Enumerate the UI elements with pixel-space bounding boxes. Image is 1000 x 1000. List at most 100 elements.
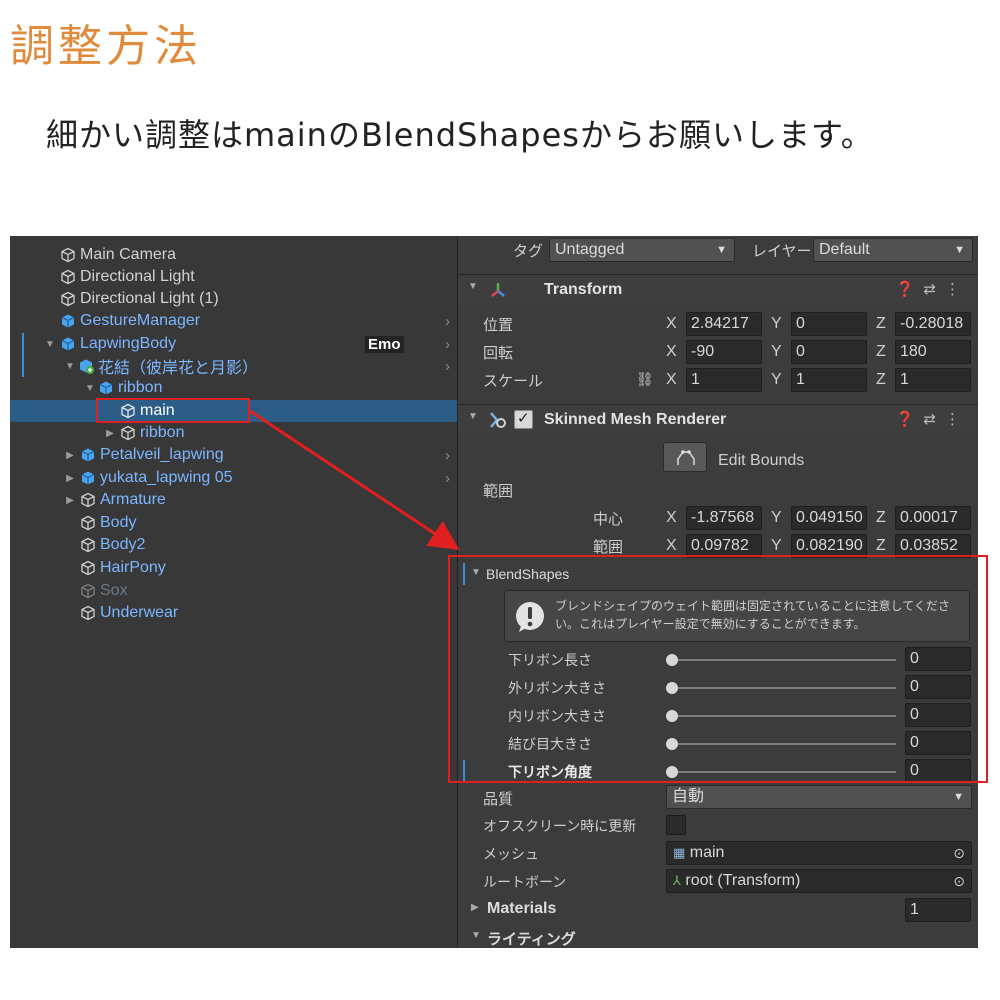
chevron-right-icon[interactable]: ›	[445, 358, 457, 375]
tag-dropdown[interactable]: Untagged ▼	[549, 238, 735, 262]
extent-label: 範囲	[593, 539, 624, 556]
position-z-field[interactable]: -0.28018	[895, 312, 971, 336]
transform-header[interactable]: ▼ Transform ❓⇄⋮	[458, 274, 978, 304]
lighting-label[interactable]: ライティング	[487, 928, 576, 948]
hierarchy-item[interactable]: Sox	[10, 580, 457, 602]
hierarchy-item[interactable]: Directional Light (1)	[10, 288, 457, 310]
prefab-icon	[81, 448, 95, 462]
foldout-arrow-icon[interactable]: ▶	[471, 902, 479, 913]
position-y-field[interactable]: 0	[791, 312, 867, 336]
position-x-field[interactable]: 2.84217	[686, 312, 762, 336]
rotation-z-field[interactable]: 180	[895, 340, 971, 364]
materials-label[interactable]: Materials	[487, 900, 556, 918]
hierarchy-item-label: LapwingBody	[80, 335, 177, 352]
materials-count-field[interactable]: 1	[905, 898, 971, 922]
expand-arrow-icon[interactable]: ▶	[64, 473, 76, 484]
hierarchy-item[interactable]: GestureManager ›	[10, 310, 457, 332]
layer-dropdown[interactable]: Default ▼	[813, 238, 973, 262]
hierarchy-item[interactable]: Directional Light	[10, 266, 457, 288]
page-subtitle: 細かい調整はmainのBlendShapesからお願いします。	[46, 116, 874, 154]
transform-icon	[491, 283, 505, 297]
chevron-right-icon[interactable]: ›	[445, 470, 457, 487]
mesh-value: main	[689, 844, 725, 861]
rotation-y-field[interactable]: 0	[791, 340, 867, 364]
skinned-mesh-renderer-header[interactable]: ▼ ✓ Skinned Mesh Renderer ❓⇄⋮	[458, 404, 978, 434]
hierarchy-panel: Main Camera Directional Light Directiona…	[10, 236, 457, 948]
axis-x-label: X	[666, 343, 677, 360]
emo-tag: Emo	[365, 335, 404, 353]
hierarchy-item-label: Directional Light (1)	[80, 290, 219, 307]
gameobject-icon	[61, 247, 75, 263]
scale-z-field[interactable]: 1	[895, 368, 971, 392]
root-bone-label: ルートボーン	[483, 874, 567, 890]
axis-x-label: X	[666, 315, 677, 332]
expand-arrow-icon[interactable]: ▼	[64, 361, 76, 372]
rotation-x-field[interactable]: -90	[686, 340, 762, 364]
component-header-icons[interactable]: ❓⇄⋮	[896, 280, 969, 298]
scale-x-field[interactable]: 1	[686, 368, 762, 392]
prefab-icon	[99, 381, 113, 395]
foldout-arrow-icon[interactable]: ▼	[471, 930, 481, 941]
tag-value: Untagged	[555, 241, 625, 258]
object-picker-icon[interactable]: ⊙	[953, 870, 965, 892]
chevron-down-icon: ▼	[953, 791, 964, 803]
position-label: 位置	[483, 317, 514, 334]
center-y-field[interactable]: 0.049150	[791, 506, 867, 530]
highlight-box	[96, 398, 250, 423]
transform-icon: ⅄	[673, 873, 681, 888]
hierarchy-item[interactable]: Body	[10, 512, 457, 534]
edit-bounds-button[interactable]	[663, 442, 707, 472]
mesh-icon: ▦	[673, 845, 686, 860]
offscreen-label: オフスクリーン時に更新	[483, 818, 637, 834]
hierarchy-item[interactable]: ▶ ribbon	[10, 422, 457, 444]
hierarchy-item[interactable]: ▶ yukata_lapwing 05 ›	[10, 467, 457, 489]
mesh-field[interactable]: ▦ main ⊙	[666, 841, 972, 865]
expand-arrow-icon[interactable]: ▼	[84, 383, 96, 394]
axis-z-label: Z	[876, 509, 886, 526]
chevron-right-icon[interactable]: ›	[445, 447, 457, 464]
hierarchy-item[interactable]: Underwear	[10, 602, 457, 624]
update-offscreen-checkbox[interactable]	[666, 815, 686, 835]
axis-x-label: X	[666, 371, 677, 388]
axis-y-label: Y	[771, 509, 782, 526]
hierarchy-item-label: Main Camera	[80, 246, 177, 263]
hierarchy-item-label: 花結（彼岸花と月影）	[98, 360, 259, 377]
chevron-right-icon[interactable]: ›	[445, 313, 457, 330]
link-scale-icon[interactable]: ⛓	[636, 371, 654, 388]
hierarchy-item[interactable]: ▼ ribbon	[10, 377, 457, 399]
axis-y-label: Y	[771, 371, 782, 388]
foldout-arrow-icon[interactable]: ▼	[468, 411, 478, 422]
gameobject-icon	[81, 492, 95, 508]
expand-arrow-icon[interactable]: ▶	[64, 495, 76, 506]
expand-arrow-icon[interactable]: ▶	[104, 428, 116, 439]
center-x-field[interactable]: -1.87568	[686, 506, 762, 530]
axis-y-label: Y	[771, 537, 782, 554]
quality-dropdown[interactable]: 自動 ▼	[666, 785, 972, 809]
check-icon: ✓	[517, 410, 530, 427]
object-picker-icon[interactable]: ⊙	[953, 842, 965, 864]
center-z-field[interactable]: 0.00017	[895, 506, 971, 530]
root-bone-value: root (Transform)	[685, 872, 801, 889]
quality-label: 品質	[483, 791, 514, 808]
hierarchy-item[interactable]: ▼ LapwingBody Emo ›	[10, 333, 457, 355]
hierarchy-item[interactable]: HairPony	[10, 557, 457, 579]
expand-arrow-icon[interactable]: ▼	[44, 339, 56, 350]
root-bone-field[interactable]: ⅄ root (Transform) ⊙	[666, 869, 972, 893]
hierarchy-item[interactable]: Body2	[10, 534, 457, 556]
expand-arrow-icon[interactable]: ▶	[64, 450, 76, 461]
chevron-right-icon[interactable]: ›	[445, 336, 457, 353]
hierarchy-item-label: Sox	[100, 582, 128, 599]
enabled-checkbox[interactable]: ✓	[514, 410, 533, 429]
scale-y-field[interactable]: 1	[791, 368, 867, 392]
mesh-label: メッシュ	[483, 846, 539, 862]
gameobject-icon	[81, 560, 95, 576]
hierarchy-item[interactable]: ▶ Armature	[10, 489, 457, 511]
hierarchy-item-label: Body2	[100, 536, 146, 553]
component-header-icons[interactable]: ❓⇄⋮	[896, 410, 969, 428]
hierarchy-item[interactable]: Main Camera	[10, 244, 457, 266]
hierarchy-item[interactable]: ▼ 花結（彼岸花と月影） ›	[10, 355, 457, 378]
hierarchy-item[interactable]: ▶ Petalveil_lapwing ›	[10, 444, 457, 466]
hierarchy-item-label: ribbon	[140, 424, 185, 441]
foldout-arrow-icon[interactable]: ▼	[468, 281, 478, 292]
chevron-down-icon: ▼	[716, 244, 727, 256]
